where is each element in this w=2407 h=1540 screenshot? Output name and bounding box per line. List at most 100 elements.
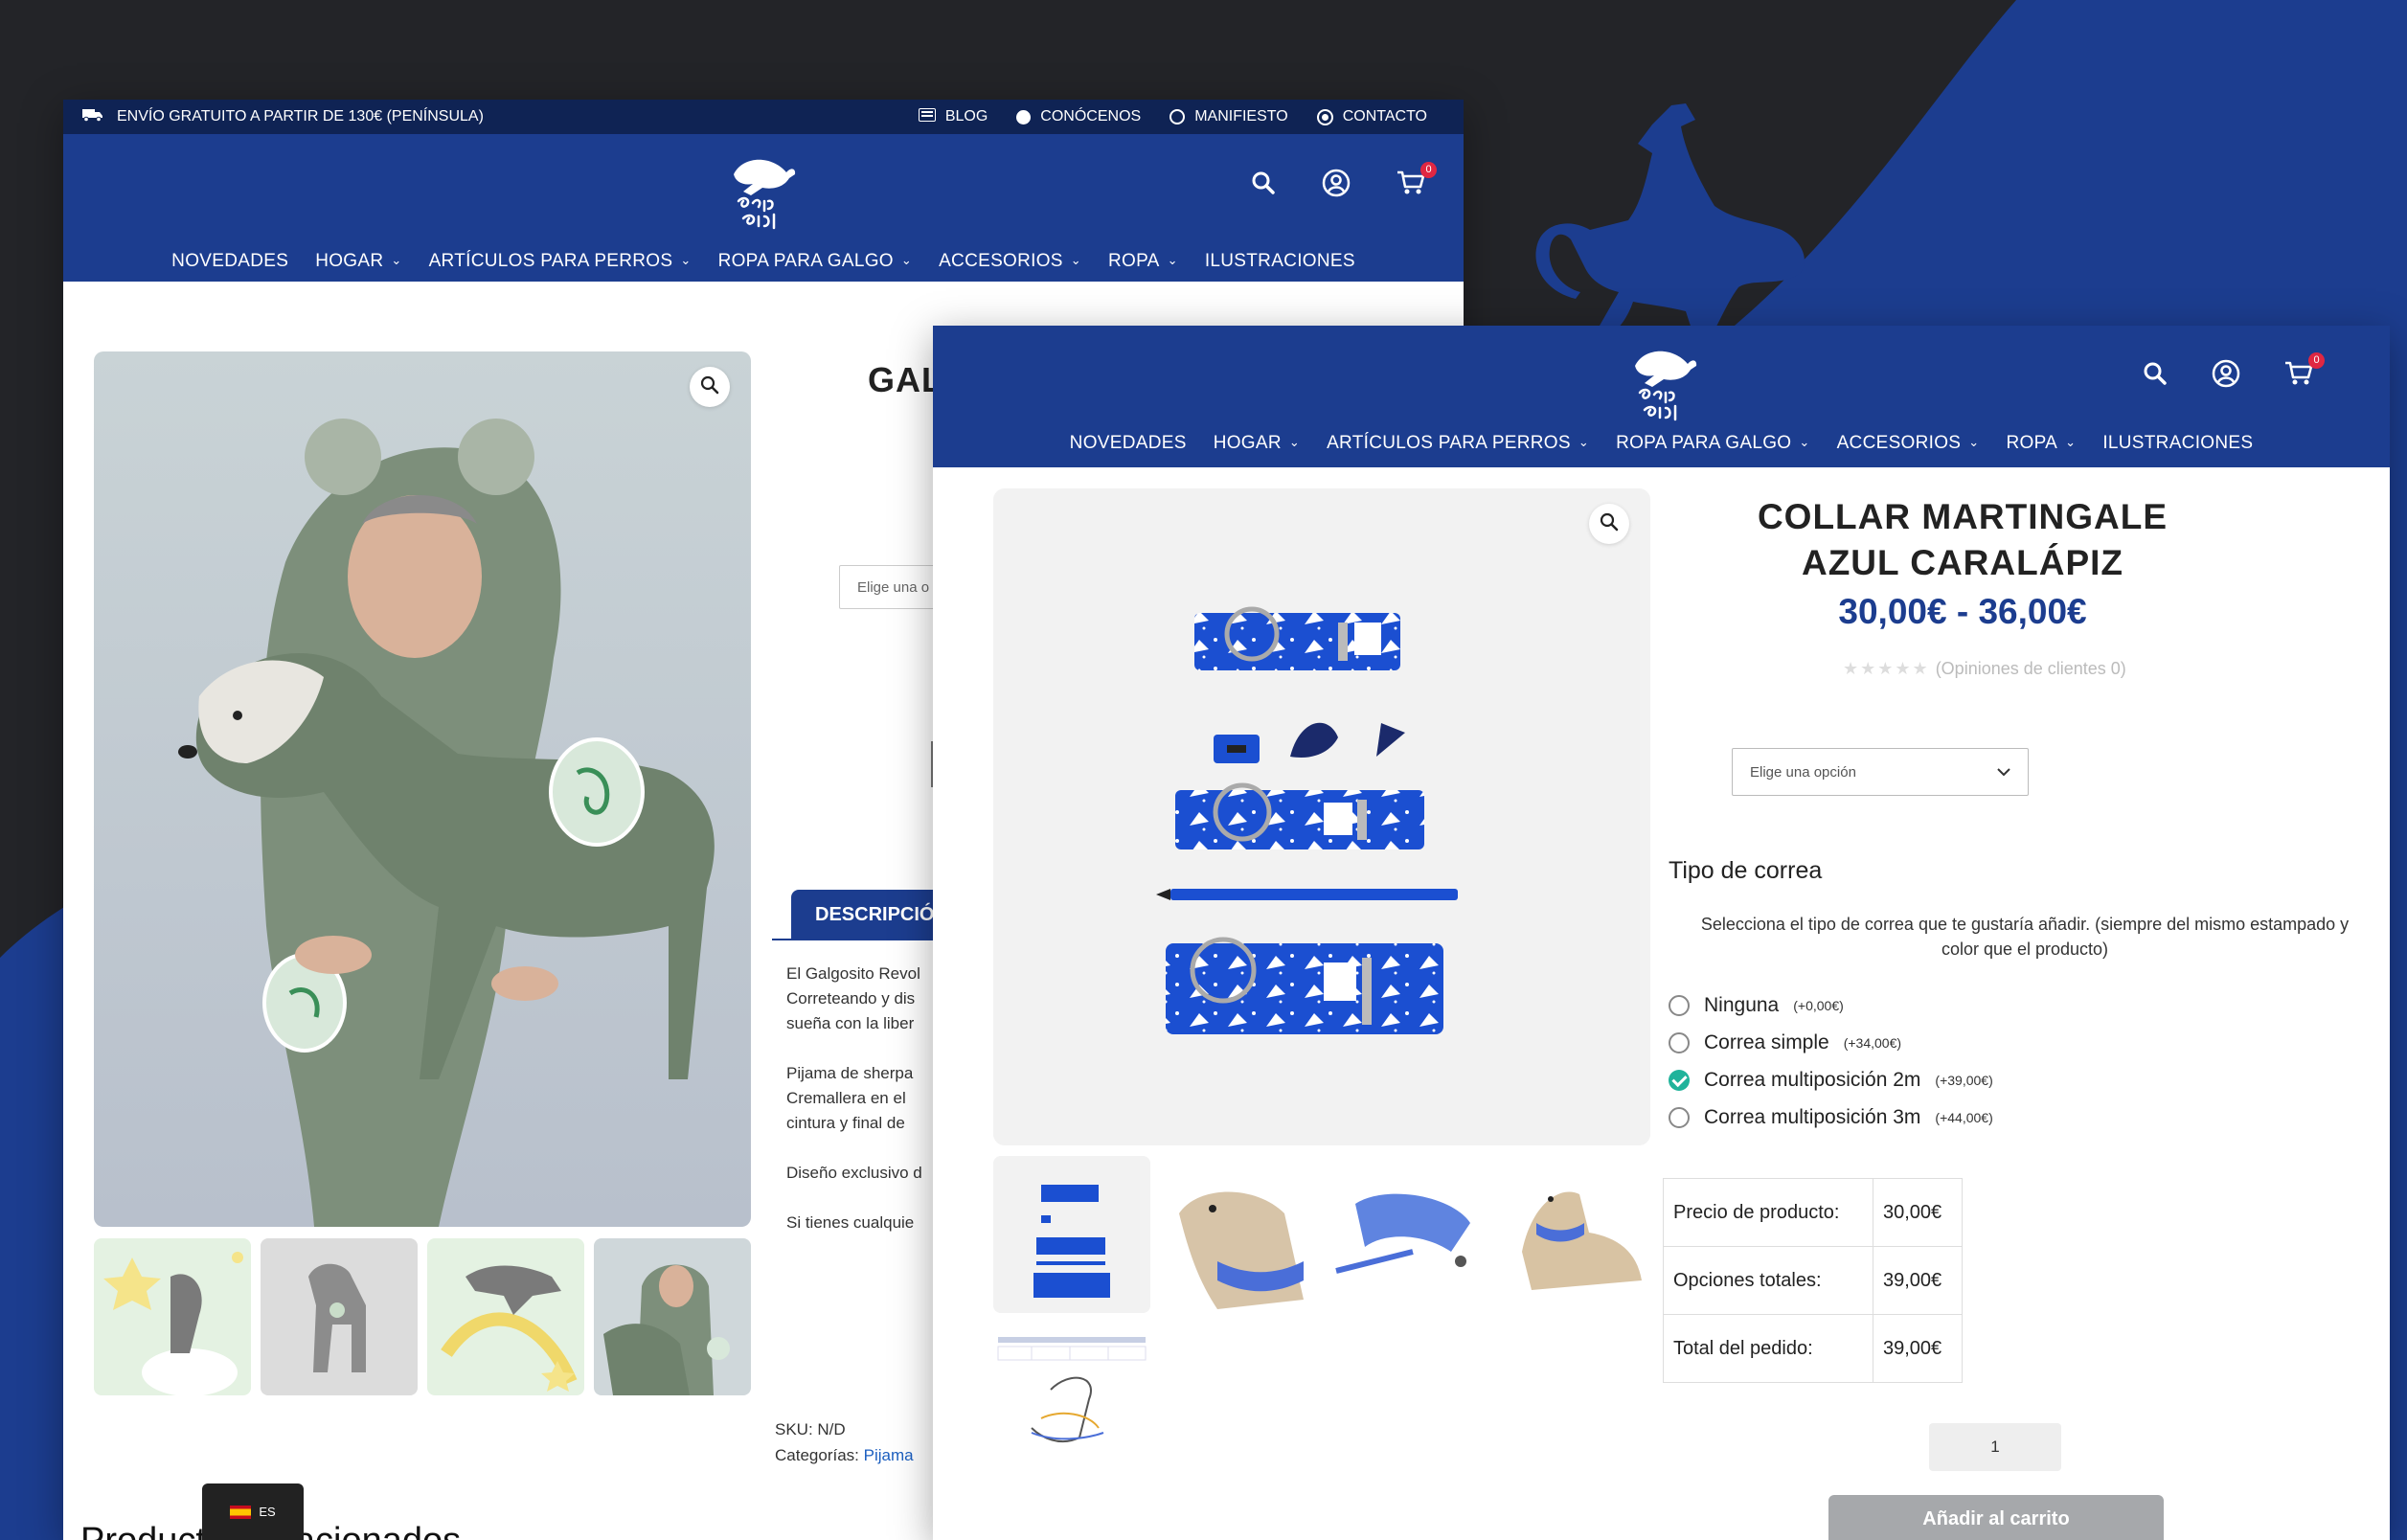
top-links: BLOG CONÓCENOS MANIFIESTO CONTACTO — [918, 107, 1427, 126]
add-to-cart-button[interactable]: Añadir al carrito — [1828, 1495, 2164, 1540]
summary-value: 39,00€ — [1873, 1314, 1963, 1383]
nav-item-ropa[interactable]: ROPA ⌄ — [1108, 251, 1178, 272]
account-icon[interactable] — [1322, 169, 1351, 202]
table-row: Opciones totales: 39,00€ — [1663, 1246, 1963, 1315]
cart-button[interactable]: 0 — [2284, 352, 2325, 392]
language-switcher[interactable]: ES — [202, 1483, 304, 1540]
thumbnail[interactable] — [1493, 1156, 1650, 1313]
nav-item-novedades[interactable]: NOVEDADES — [1070, 433, 1187, 454]
galgo-azul-logo[interactable] — [1616, 337, 1707, 428]
product-main-image[interactable] — [94, 351, 751, 1227]
option-ninguna[interactable]: Ninguna (+0,00€) — [1669, 986, 1993, 1024]
circle-icon — [1016, 109, 1032, 125]
thumbnail[interactable] — [427, 1238, 584, 1395]
cart-button[interactable]: 0 — [1397, 162, 1437, 201]
nav-label: ARTÍCULOS PARA PERROS — [1327, 433, 1571, 453]
front-browser-window: 0 NOVEDADES HOGAR ⌄ ARTÍCULOS PARA PERROS… — [933, 326, 2390, 1540]
nav-item-accesorios[interactable]: ACCESORIOS ⌄ — [939, 251, 1081, 272]
shipping-text: ENVÍO GRATUITO A PARTIR DE 130€ (PENÍNSU… — [117, 108, 484, 125]
price-summary-table: Precio de producto: 30,00€ Opciones tota… — [1663, 1178, 1963, 1383]
search-icon[interactable] — [2143, 361, 2168, 391]
site-header: 0 NOVEDADES HOGAR ⌄ ARTÍCULOS PARA PERROS… — [933, 326, 2390, 467]
radio-button[interactable] — [1669, 994, 1690, 1016]
option-label: Correa simple — [1704, 1030, 1829, 1053]
option-price: (+0,00€) — [1793, 997, 1844, 1013]
top-announcement-bar: ENVÍO GRATUITO A PARTIR DE 130€ (PENÍNSU… — [63, 100, 1464, 134]
summary-label: Precio de producto: — [1663, 1178, 1873, 1247]
thumbnail[interactable] — [1160, 1156, 1317, 1313]
nav-label: ROPA — [2006, 433, 2058, 453]
nav-label: ACCESORIOS — [1836, 433, 1962, 453]
reviews-link[interactable]: (Opiniones de clientes 0) — [1936, 659, 2126, 679]
product-rating[interactable]: ★★★★★ (Opiniones de clientes 0) — [1843, 659, 2126, 679]
options-title: Tipo de correa — [1669, 857, 1823, 884]
top-link-blog[interactable]: BLOG — [918, 107, 988, 126]
product-thumbnails — [993, 1156, 1650, 1489]
options-description: Selecciona el tipo de correa que te gust… — [1700, 915, 2350, 959]
variation-select[interactable]: Elige una opción — [1732, 748, 2029, 796]
radio-button[interactable] — [1669, 1106, 1690, 1128]
table-row: Precio de producto: 30,00€ — [1663, 1178, 1963, 1247]
nav-label: ILUSTRACIONES — [1204, 251, 1355, 271]
top-link-contacto-label: CONTACTO — [1342, 108, 1427, 125]
nav-item-ropa[interactable]: ROPA ⌄ — [2006, 433, 2076, 454]
option-correa-multiposicion-3m[interactable]: Correa multiposición 3m (+44,00€) — [1669, 1098, 1993, 1136]
product-meta: SKU: N/D Categorías: Pijama — [775, 1416, 914, 1468]
radio-checked-icon[interactable] — [1669, 1069, 1690, 1091]
nav-label: HOGAR — [315, 251, 384, 271]
sku: SKU: N/D — [775, 1420, 846, 1438]
product-main-image[interactable] — [993, 488, 1650, 1145]
nav-item-accesorios[interactable]: ACCESORIOS ⌄ — [1837, 433, 1980, 454]
nav-label: ROPA PARA GALGO — [717, 251, 894, 271]
nav-item-ilustraciones[interactable]: ILUSTRACIONES — [2102, 433, 2253, 454]
site-header: 0 NOVEDADES HOGAR ⌄ ARTÍCULOS PARA PERROS… — [63, 134, 1464, 282]
table-row: Total del pedido: 39,00€ — [1663, 1314, 1963, 1383]
magnifier-icon — [1600, 512, 1619, 536]
thumbnail[interactable] — [261, 1238, 418, 1395]
star-rating-icon: ★★★★★ — [1843, 659, 1930, 678]
product-thumbnails — [94, 1238, 751, 1395]
option-correa-multiposicion-2m[interactable]: Correa multiposición 2m (+39,00€) — [1669, 1061, 1993, 1098]
top-link-manifiesto-label: MANIFIESTO — [1194, 108, 1288, 125]
nav-item-ilustraciones[interactable]: ILUSTRACIONES — [1205, 251, 1355, 272]
thumbnail[interactable] — [94, 1238, 251, 1395]
nav-item-novedades[interactable]: NOVEDADES — [171, 251, 288, 272]
nav-item-articulos-para-perros[interactable]: ARTÍCULOS PARA PERROS ⌄ — [1327, 433, 1589, 454]
thumbnail[interactable] — [594, 1238, 751, 1395]
account-icon[interactable] — [2212, 359, 2240, 393]
quantity-input[interactable]: 1 — [1929, 1423, 2061, 1471]
nav-item-ropa-para-galgo[interactable]: ROPA PARA GALGO ⌄ — [718, 251, 913, 272]
nav-item-hogar[interactable]: HOGAR ⌄ — [1214, 433, 1300, 454]
option-label: Ninguna — [1704, 993, 1780, 1016]
top-link-manifiesto[interactable]: MANIFIESTO — [1169, 108, 1288, 125]
radio-button[interactable] — [1669, 1031, 1690, 1053]
top-link-contacto[interactable]: CONTACTO — [1316, 108, 1427, 125]
option-correa-simple[interactable]: Correa simple (+34,00€) — [1669, 1024, 1993, 1061]
thumbnail[interactable] — [993, 1323, 1150, 1480]
blog-icon — [918, 107, 936, 126]
product-price: 30,00€ - 36,00€ — [1838, 592, 2087, 631]
cart-count-badge: 0 — [2308, 352, 2325, 369]
search-icon[interactable] — [1251, 170, 1276, 200]
magnifier-icon — [700, 375, 719, 399]
chevron-down-icon: ⌄ — [1578, 435, 1590, 449]
summary-label: Opciones totales: — [1663, 1246, 1873, 1315]
summary-label: Total del pedido: — [1663, 1314, 1873, 1383]
summary-value: 39,00€ — [1873, 1246, 1963, 1315]
thumbnail[interactable] — [1327, 1156, 1484, 1313]
chevron-down-icon: ⌄ — [1799, 435, 1810, 449]
nav-item-ropa-para-galgo[interactable]: ROPA PARA GALGO ⌄ — [1616, 433, 1810, 454]
nav-label: ROPA — [1107, 251, 1160, 271]
cart-count-badge: 0 — [1420, 162, 1437, 178]
top-link-conocenos[interactable]: CONÓCENOS — [1016, 108, 1141, 125]
galgo-azul-logo[interactable] — [715, 146, 806, 237]
categories: Categorías: Pijama — [775, 1442, 914, 1468]
shipping-notice: ENVÍO GRATUITO A PARTIR DE 130€ (PENÍNSU… — [82, 108, 484, 126]
chevron-down-icon: ⌄ — [1070, 253, 1081, 267]
thumbnail[interactable] — [993, 1156, 1150, 1313]
zoom-button[interactable] — [1589, 504, 1629, 544]
nav-item-hogar[interactable]: HOGAR ⌄ — [315, 251, 401, 272]
category-link[interactable]: Pijama — [864, 1446, 914, 1464]
nav-item-articulos-para-perros[interactable]: ARTÍCULOS PARA PERROS ⌄ — [429, 251, 692, 272]
zoom-button[interactable] — [690, 367, 730, 407]
